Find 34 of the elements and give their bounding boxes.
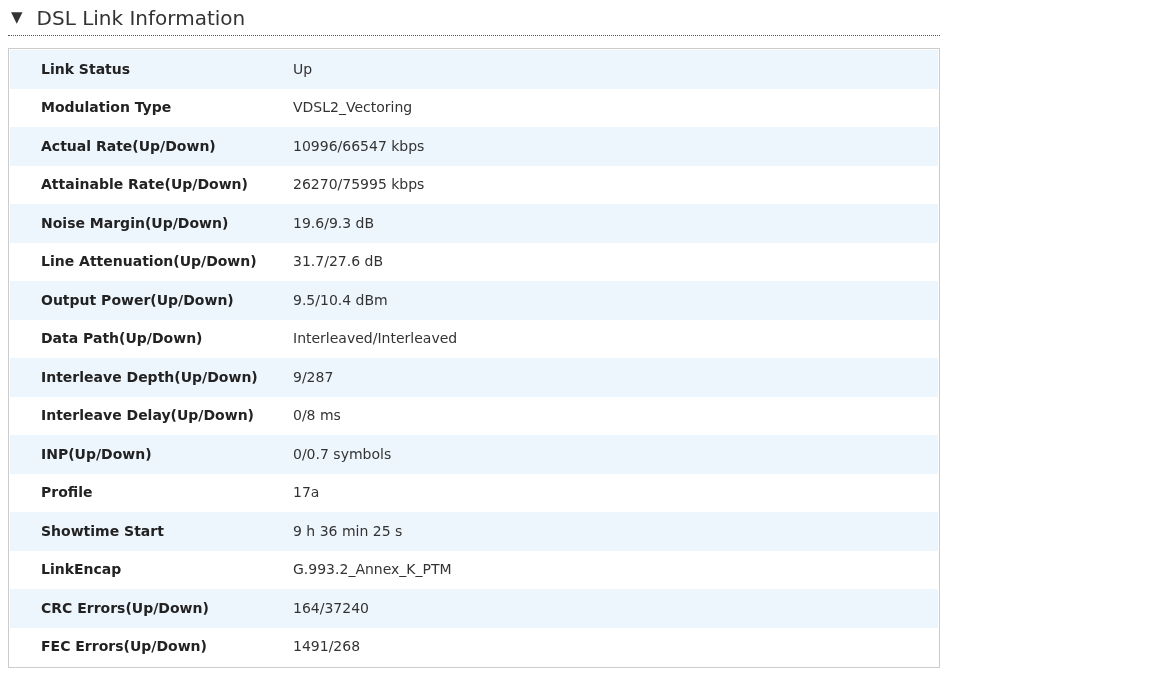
field-value: 31.7/27.6 dB (293, 252, 383, 272)
field-value: 26270/75995 kbps (293, 175, 425, 195)
field-value: G.993.2_Annex_K_PTM (293, 560, 452, 580)
field-value: VDSL2_Vectoring (293, 98, 413, 118)
collapse-toggle[interactable]: ▼ (11, 6, 23, 29)
field-label: Profile (40, 483, 94, 503)
field-label: Link Status (40, 59, 132, 79)
field-value: Interleaved/Interleaved (293, 329, 458, 349)
field-label: INP(Up/Down) (40, 444, 153, 464)
field-value: 10996/66547 kbps (293, 136, 425, 156)
field-label: FEC Errors(Up/Down) (40, 637, 208, 657)
field-label: Interleave Depth(Up/Down) (40, 367, 259, 387)
field-label: Interleave Delay(Up/Down) (40, 406, 255, 426)
field-value: 9.5/10.4 dBm (293, 290, 388, 310)
field-value: 9/287 (293, 367, 334, 387)
field-label: Actual Rate(Up/Down) (40, 136, 217, 156)
field-label: Modulation Type (40, 98, 173, 118)
field-value: 1491/268 (293, 637, 361, 657)
field-value: 9 h 36 min 25 s (293, 521, 403, 541)
field-value: Up (293, 59, 313, 79)
field-label: Noise Margin(Up/Down) (40, 213, 230, 233)
field-value: 164/37240 (293, 598, 369, 618)
field-label: CRC Errors(Up/Down) (40, 598, 210, 618)
field-value: 0/8 ms (293, 406, 341, 426)
field-value: 0/0.7 symbols (293, 444, 392, 464)
field-label: Attainable Rate(Up/Down) (40, 175, 249, 195)
section-title: DSL Link Information (36, 4, 246, 32)
field-label: LinkEncap (40, 560, 123, 580)
field-value: 17a (293, 483, 320, 503)
field-value: 19.6/9.3 dB (293, 213, 375, 233)
field-label: Showtime Start (40, 521, 165, 541)
field-label: Line Attenuation(Up/Down) (40, 252, 258, 272)
field-label: Data Path(Up/Down) (40, 329, 204, 349)
field-label: Output Power(Up/Down) (40, 290, 235, 310)
